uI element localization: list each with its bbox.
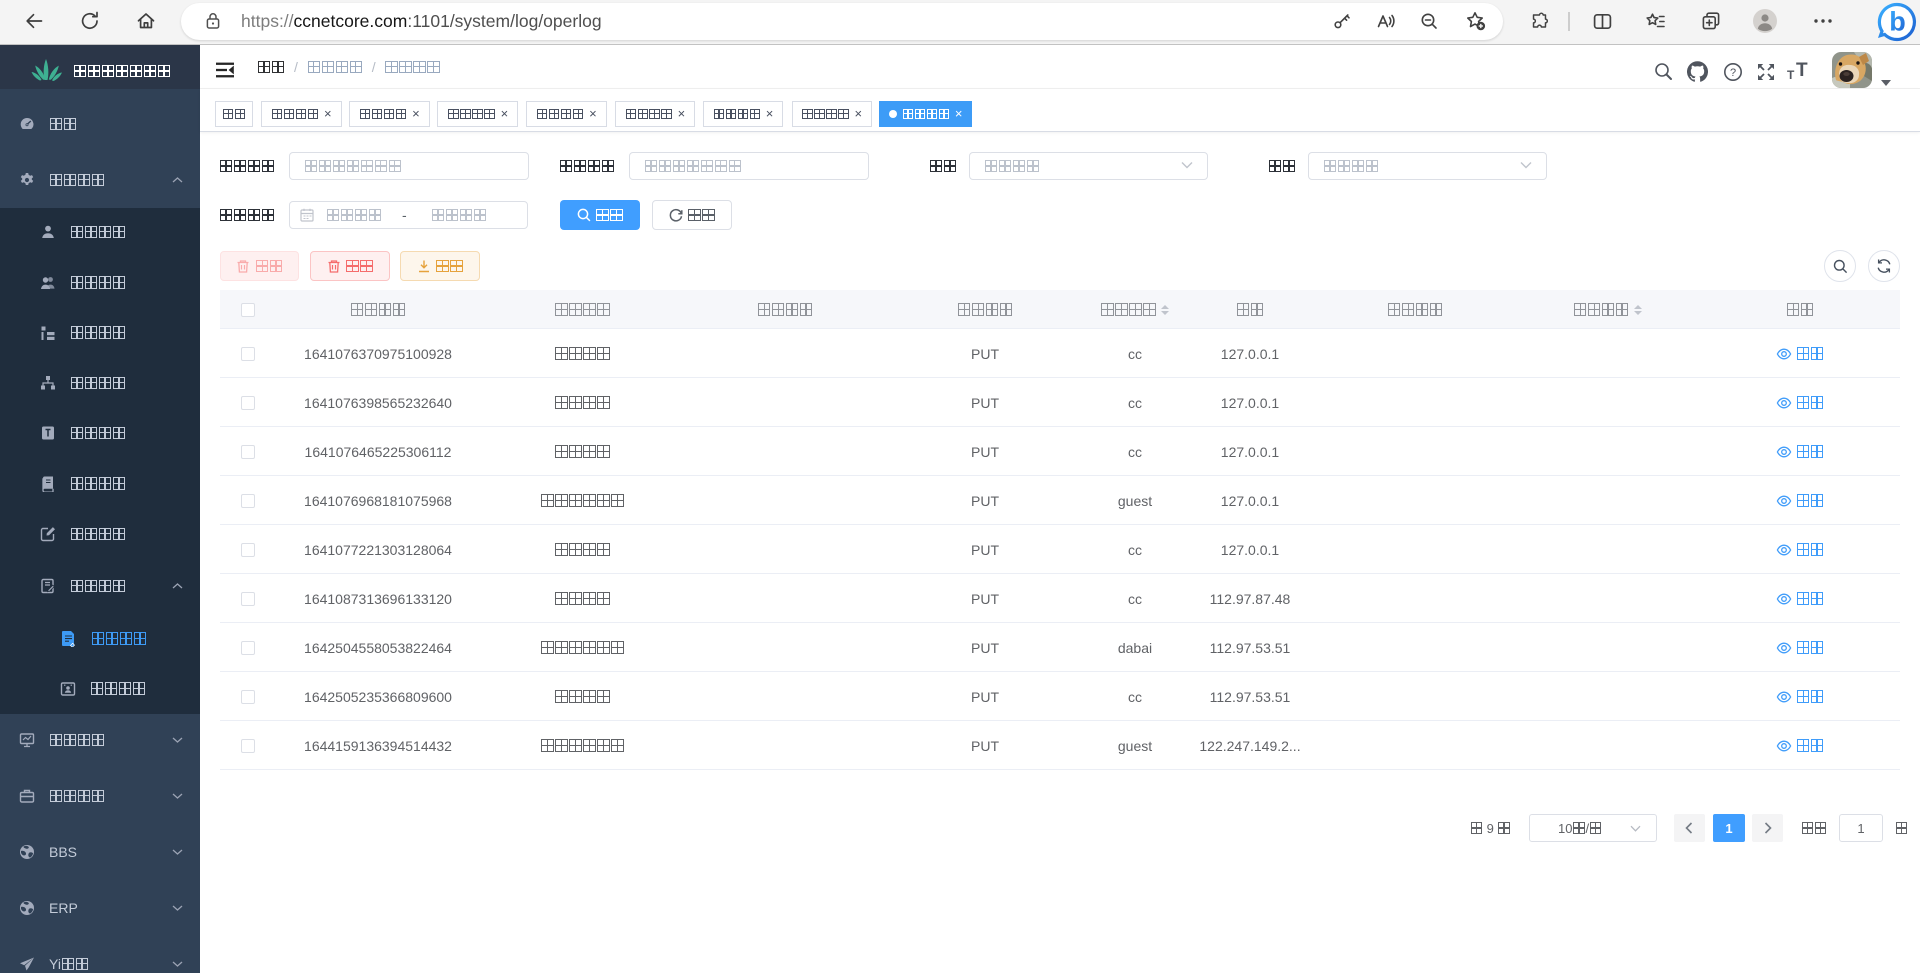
svg-text:?: ? — [1730, 67, 1736, 79]
svg-text:b: b — [1889, 7, 1906, 37]
